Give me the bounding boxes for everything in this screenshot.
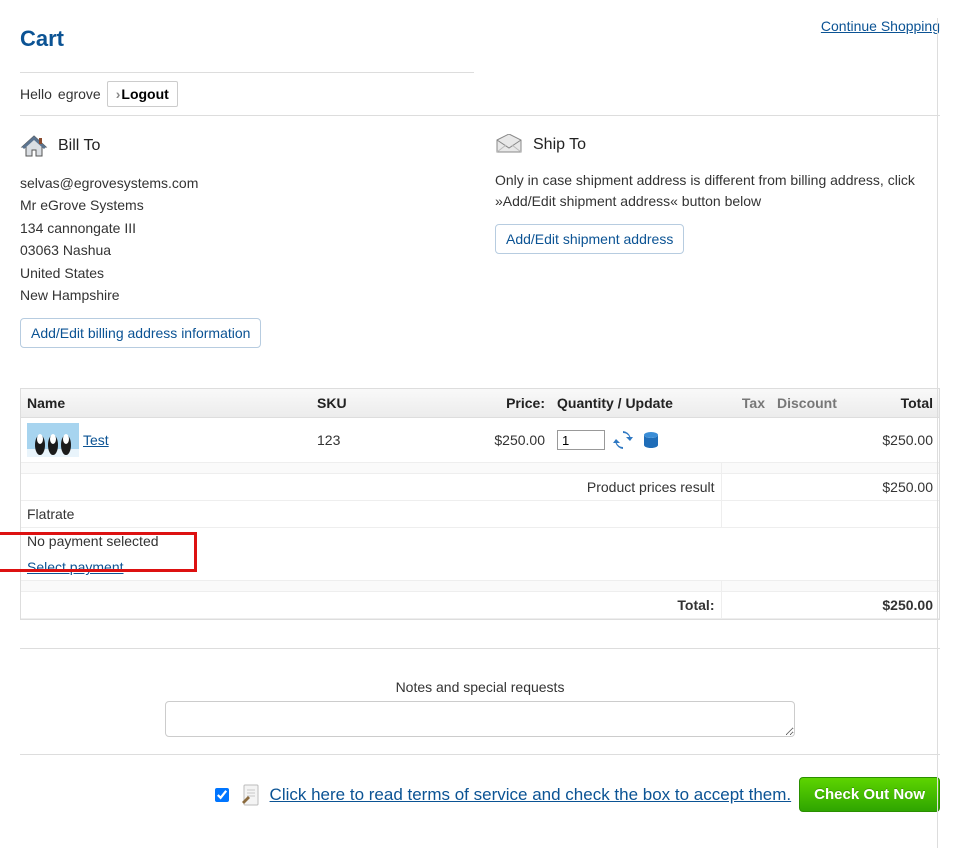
delete-icon[interactable] (641, 430, 661, 450)
subtotal-row: Product prices result $250.00 (21, 474, 939, 501)
shipping-row: Flatrate (21, 501, 939, 528)
bill-city-zip: 03063 Nashua (20, 239, 465, 261)
cart-table: Name SKU Price: Quantity / Update Tax Di… (21, 389, 939, 619)
ship-to-note: Only in case shipment address is differe… (495, 170, 940, 212)
product-thumbnail (27, 423, 79, 457)
ship-to-section: Ship To Only in case shipment address is… (495, 134, 940, 348)
notes-section: Notes and special requests (20, 679, 940, 740)
select-payment-link[interactable]: Select payment (27, 559, 124, 575)
bill-to-heading: Bill To (58, 137, 100, 155)
grand-total-row: Total: $250.00 (21, 592, 939, 619)
continue-shopping-link[interactable]: Continue Shopping (821, 18, 940, 34)
edit-shipping-button[interactable]: Add/Edit shipment address (495, 224, 684, 254)
notes-heading: Notes and special requests (20, 679, 940, 695)
house-icon (20, 134, 48, 158)
item-tax (721, 418, 771, 463)
item-sku: 123 (311, 418, 441, 463)
tos-checkbox[interactable] (215, 788, 229, 802)
greeting: Hello egrove Logout (20, 81, 940, 107)
col-tax: Tax (721, 389, 771, 418)
table-row: Test 123 $250.00 (21, 418, 939, 463)
bill-street: 134 cannongate III (20, 217, 465, 239)
page-title: Cart (20, 26, 64, 52)
edit-billing-button[interactable]: Add/Edit billing address information (20, 318, 261, 348)
item-price: $250.00 (441, 418, 551, 463)
col-qty: Quantity / Update (551, 389, 721, 418)
refresh-icon[interactable] (613, 430, 633, 450)
quantity-input[interactable] (557, 430, 605, 450)
document-icon (240, 784, 262, 806)
greeting-prefix: Hello (20, 86, 52, 102)
product-name-link[interactable]: Test (83, 432, 109, 448)
checkout-button[interactable]: Check Out Now (799, 777, 940, 812)
item-total: $250.00 (843, 418, 939, 463)
ship-to-heading: Ship To (533, 136, 586, 154)
bill-region: New Hampshire (20, 284, 465, 306)
logout-button[interactable]: Logout (107, 81, 178, 107)
bill-name: Mr eGrove Systems (20, 194, 465, 216)
col-sku: SKU (311, 389, 441, 418)
bill-country: United States (20, 262, 465, 284)
spacer-row (21, 463, 939, 474)
spacer-row-2 (21, 581, 939, 592)
payment-none-row: No payment selected (21, 528, 939, 555)
bill-to-section: Bill To selvas@egrovesystems.com Mr eGro… (20, 134, 465, 348)
select-payment-row: Select payment (21, 554, 939, 581)
col-name: Name (21, 389, 311, 418)
notes-textarea[interactable] (165, 701, 795, 737)
col-price: Price: (441, 389, 551, 418)
tos-link[interactable]: Click here to read terms of service and … (270, 785, 792, 805)
col-discount: Discount (771, 389, 843, 418)
username: egrove (58, 86, 101, 102)
envelope-icon (495, 134, 523, 156)
bill-email: selvas@egrovesystems.com (20, 172, 465, 194)
item-discount (771, 418, 843, 463)
col-total: Total (843, 389, 939, 418)
